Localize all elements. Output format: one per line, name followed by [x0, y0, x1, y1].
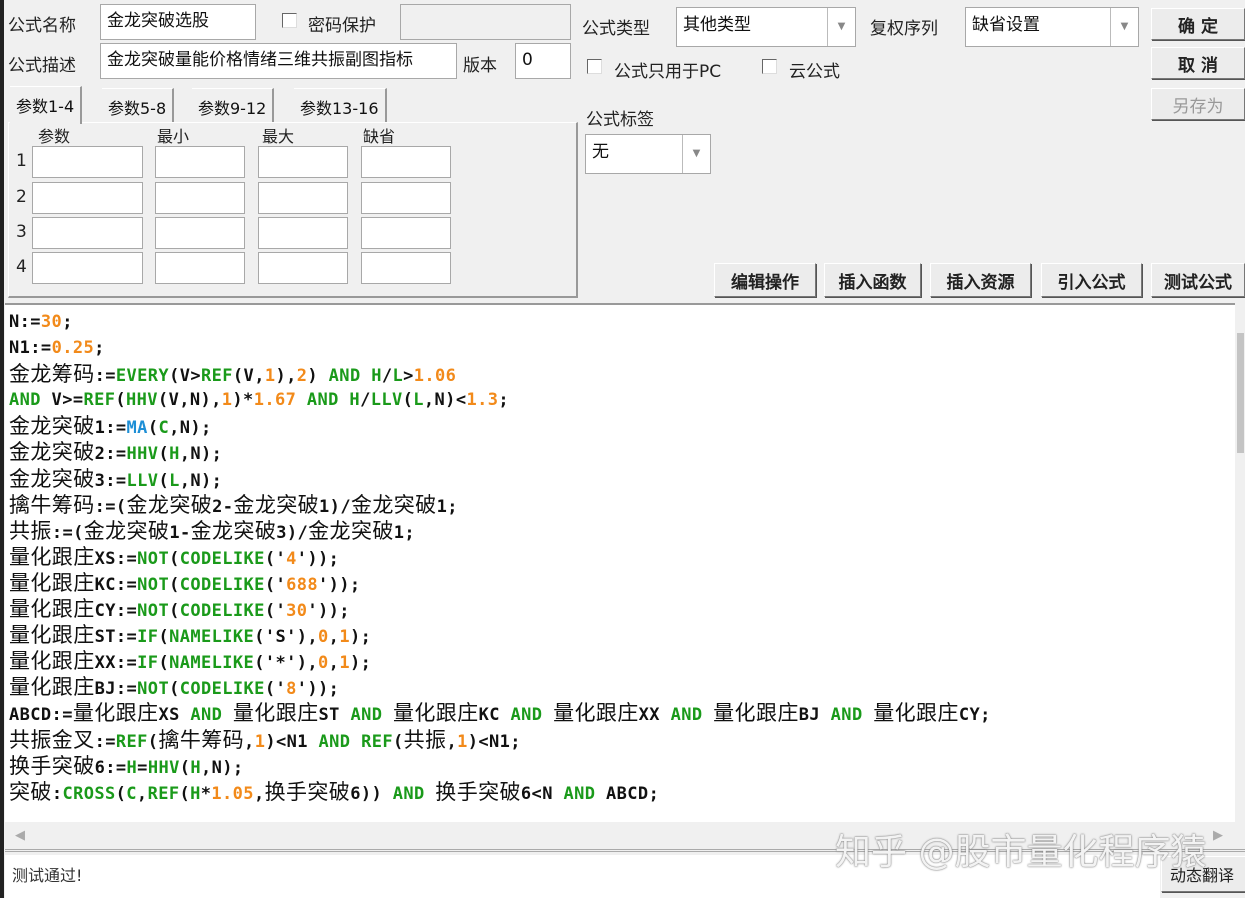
tab-params-9-12[interactable]: 参数9-12: [192, 88, 275, 122]
scroll-left-icon[interactable]: ◀: [15, 828, 25, 843]
version-label: 版本: [463, 56, 497, 76]
param-input-max[interactable]: [258, 252, 348, 284]
password-checkbox[interactable]: [282, 13, 297, 28]
param-input-name[interactable]: [32, 182, 143, 214]
status-text: 测试通过!: [12, 866, 83, 885]
param-input-min[interactable]: [155, 182, 245, 214]
param-input-name[interactable]: [32, 217, 143, 249]
code-editor[interactable]: N:=30; N1:=0.25; 金龙筹码:=EVERY(V>REF(V,1),2)…: [5, 303, 1235, 822]
ok-button[interactable]: 确 定: [1151, 8, 1245, 40]
param-input-max[interactable]: [258, 217, 348, 249]
rights-value: 缺省设置: [972, 15, 1040, 35]
formula-desc-input[interactable]: 金龙突破量能价格情绪三维共振副图指标: [100, 43, 457, 79]
code-line: 换手突破6:=H=HHV(H,N);: [9, 753, 244, 778]
chevron-down-icon: ▼: [827, 8, 855, 46]
insert-function-button[interactable]: 插入函数: [824, 263, 921, 297]
param-row-number: 2: [16, 187, 27, 207]
code-line: 金龙突破2:=HHV(H,N);: [9, 440, 223, 465]
param-header-max: 最大: [262, 127, 295, 146]
watermark: 知乎 @股市量化程序猿: [835, 832, 1207, 873]
code-line: 共振:=(金龙突破1-金龙突破3)/金龙突破1;: [9, 518, 416, 543]
param-row-number: 1: [16, 151, 27, 171]
param-input-default[interactable]: [361, 146, 451, 178]
code-line: 擒牛筹码:=(金龙突破2-金龙突破1)/金龙突破1;: [9, 492, 458, 517]
rights-label: 复权序列: [870, 19, 938, 39]
password-input[interactable]: [400, 4, 571, 40]
param-header-name: 参数: [38, 127, 71, 146]
param-input-name[interactable]: [32, 146, 143, 178]
code-line: 量化跟庄ST:=IF(NAMELIKE('S'),0,1);: [9, 623, 372, 648]
tab-params-13-16[interactable]: 参数13-16: [294, 88, 387, 122]
param-input-default[interactable]: [361, 217, 451, 249]
import-formula-button[interactable]: 引入公式: [1041, 263, 1142, 297]
code-line: 量化跟庄XX:=IF(NAMELIKE('*'),0,1);: [9, 649, 372, 674]
code-line: AND V>=REF(HHV(V,N),1)*1.67 AND H/LLV(L,…: [9, 390, 509, 411]
scroll-right-icon[interactable]: ▶: [1213, 828, 1223, 843]
save-as-button[interactable]: 另存为: [1151, 88, 1245, 120]
formula-name-label: 公式名称: [8, 16, 76, 36]
code-line: 量化跟庄KC:=NOT(CODELIKE('688'));: [9, 570, 361, 595]
edit-operations-button[interactable]: 编辑操作: [714, 263, 816, 297]
param-input-default[interactable]: [361, 252, 451, 284]
code-line: 突破:CROSS(C,REF(H*1.05,换手突破6)) AND 换手突破6<…: [9, 779, 660, 804]
code-line: ABCD:=量化跟庄XS AND 量化跟庄ST AND 量化跟庄KC AND 量…: [9, 701, 991, 726]
pc-only-checkbox[interactable]: [587, 59, 602, 74]
code-line: 金龙突破1:=MA(C,N);: [9, 414, 212, 439]
pc-only-label: 公式只用于PC: [614, 62, 722, 82]
formula-tag-value: 无: [592, 142, 609, 162]
param-header-default: 缺省: [363, 127, 396, 146]
code-line: N1:=0.25;: [9, 338, 105, 359]
cloud-label: 云公式: [789, 62, 840, 82]
param-row-number: 4: [16, 257, 27, 277]
param-input-min[interactable]: [155, 217, 245, 249]
formula-type-select[interactable]: 其他类型 ▼: [676, 7, 856, 47]
param-input-min[interactable]: [155, 252, 245, 284]
cancel-button[interactable]: 取 消: [1151, 47, 1245, 79]
tab-params-5-8[interactable]: 参数5-8: [102, 88, 175, 122]
code-line: N:=30;: [9, 312, 73, 332]
chevron-down-icon: ▼: [682, 135, 710, 173]
formula-desc-label: 公式描述: [8, 56, 76, 76]
formula-type-value: 其他类型: [683, 15, 751, 35]
param-header-min: 最小: [157, 127, 190, 146]
cloud-checkbox[interactable]: [762, 59, 777, 74]
version-input[interactable]: 0: [515, 43, 571, 79]
code-line: 量化跟庄XS:=NOT(CODELIKE('4'));: [9, 544, 340, 569]
param-row-number: 3: [16, 222, 27, 242]
formula-tag-select[interactable]: 无 ▼: [585, 134, 711, 174]
formula-type-label: 公式类型: [582, 19, 650, 39]
param-input-max[interactable]: [258, 182, 348, 214]
scrollbar-thumb[interactable]: [1237, 333, 1244, 453]
left-edge-strip: [0, 0, 4, 898]
formula-tag-label: 公式标签: [586, 110, 654, 130]
param-input-default[interactable]: [361, 182, 451, 214]
code-line: 共振金叉:=REF(擒牛筹码,1)<N1 AND REF(共振,1)<N1;: [9, 727, 521, 752]
chevron-down-icon: ▼: [1110, 8, 1138, 46]
password-label: 密码保护: [308, 16, 376, 36]
param-input-min[interactable]: [155, 146, 245, 178]
vertical-scrollbar[interactable]: [1235, 303, 1245, 822]
code-line: 金龙突破3:=LLV(L,N);: [9, 466, 223, 491]
formula-name-input[interactable]: 金龙突破选股: [100, 4, 256, 40]
test-formula-button[interactable]: 测试公式: [1151, 263, 1245, 297]
param-input-max[interactable]: [258, 146, 348, 178]
insert-resource-button[interactable]: 插入资源: [930, 263, 1031, 297]
tab-params-1-4[interactable]: 参数1-4: [10, 86, 83, 124]
code-line: 金龙筹码:=EVERY(V>REF(V,1),2) AND H/L>1.06: [9, 362, 457, 387]
code-line: 量化跟庄BJ:=NOT(CODELIKE('8'));: [9, 675, 340, 700]
param-input-name[interactable]: [32, 252, 143, 284]
rights-select[interactable]: 缺省设置 ▼: [965, 7, 1139, 47]
code-line: 量化跟庄CY:=NOT(CODELIKE('30'));: [9, 597, 350, 622]
